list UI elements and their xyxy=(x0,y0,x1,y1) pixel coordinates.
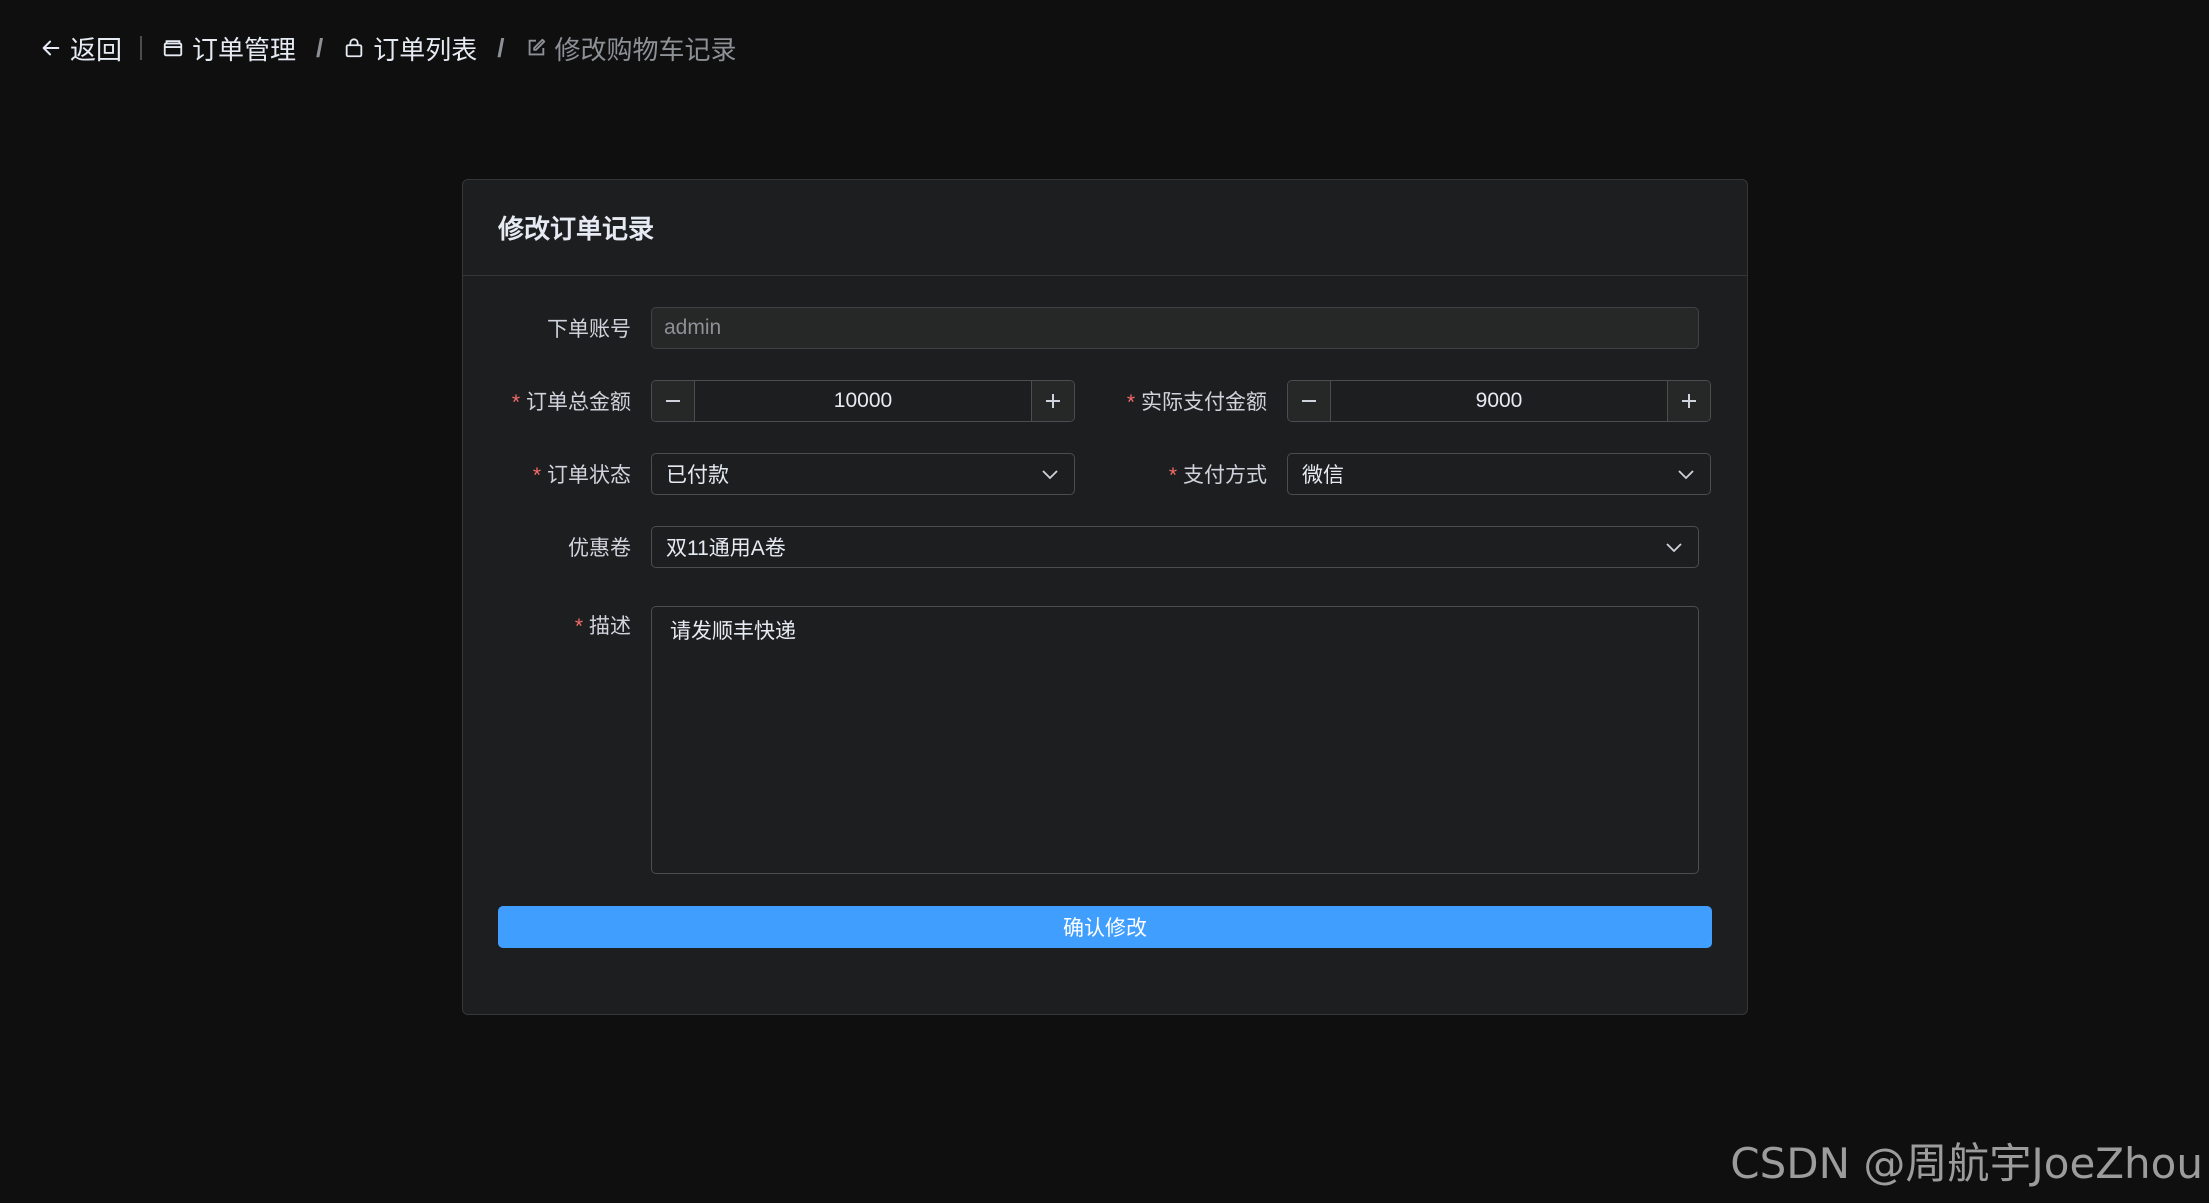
total-amount-label: * 订单总金额 xyxy=(498,386,651,416)
chevron-down-icon xyxy=(1666,543,1682,553)
confirm-edit-button[interactable]: 确认修改 xyxy=(498,906,1712,948)
increase-button[interactable] xyxy=(1031,381,1074,421)
total-amount-stepper: 10000 xyxy=(651,380,1075,422)
back-button[interactable]: 返回 xyxy=(40,30,122,67)
increase-button[interactable] xyxy=(1667,381,1710,421)
pay-method-label-text: 支付方式 xyxy=(1183,464,1267,487)
breadcrumb-item-edit-cart-record: 修改购物车记录 xyxy=(525,30,737,67)
paid-amount-label-text: 实际支付金额 xyxy=(1141,391,1267,414)
account-label: 下单账号 xyxy=(498,313,651,343)
edit-icon xyxy=(528,38,545,56)
form-item-status: * 订单状态 已付款 xyxy=(498,453,1075,495)
card-title: 修改订单记录 xyxy=(463,180,1747,276)
paid-amount-label: * 实际支付金额 xyxy=(1122,386,1287,416)
form-item-description: * 描述 请发顺丰快递 xyxy=(498,606,1699,874)
total-amount-input[interactable]: 10000 xyxy=(695,381,1031,421)
description-textarea[interactable]: 请发顺丰快递 xyxy=(651,606,1699,874)
folder-icon xyxy=(163,40,183,57)
coupon-label-text: 优惠卷 xyxy=(568,537,631,560)
description-value: 请发顺丰快递 xyxy=(670,620,796,643)
breadcrumb-separator: / xyxy=(497,32,505,63)
chevron-down-icon xyxy=(1678,470,1694,480)
status-value: 已付款 xyxy=(666,464,729,487)
status-select[interactable]: 已付款 xyxy=(651,453,1075,495)
bag-icon xyxy=(346,38,363,58)
edit-order-card: 修改订单记录 下单账号 admin * 订单总金额 10000 * 实际支付金额 xyxy=(462,179,1748,1015)
arrow-left-icon xyxy=(42,40,60,56)
pay-method-label: * 支付方式 xyxy=(1122,459,1287,489)
watermark: CSDN @周航宇JoeZhou xyxy=(1730,1139,2203,1188)
plus-icon xyxy=(1682,394,1696,408)
form-item-paid-amount: * 实际支付金额 9000 xyxy=(1122,380,1711,422)
pay-method-select[interactable]: 微信 xyxy=(1287,453,1711,495)
status-label: * 订单状态 xyxy=(498,459,651,489)
decrease-button[interactable] xyxy=(1288,381,1331,421)
chevron-down-icon xyxy=(1042,470,1058,480)
account-input[interactable]: admin xyxy=(651,307,1699,349)
coupon-label: 优惠卷 xyxy=(498,532,651,562)
minus-icon xyxy=(1302,400,1316,402)
paid-amount-stepper: 9000 xyxy=(1287,380,1711,422)
required-mark: * xyxy=(1126,391,1135,414)
back-label: 返回 xyxy=(70,34,123,65)
required-mark: * xyxy=(532,464,541,487)
plus-icon xyxy=(1046,394,1060,408)
breadcrumb-item-order-management[interactable]: 订单管理 xyxy=(162,30,296,67)
account-label-text: 下单账号 xyxy=(547,318,631,341)
minus-icon xyxy=(666,400,680,402)
page-header: 返回 订单管理 / 订单列表 / 修改购物车记录 xyxy=(40,26,737,70)
coupon-value: 双11通用A卷 xyxy=(666,537,786,560)
description-label-text: 描述 xyxy=(589,615,631,638)
breadcrumb-label: 订单列表 xyxy=(373,34,478,65)
form-item-coupon: 优惠卷 双11通用A卷 xyxy=(498,526,1699,568)
coupon-select[interactable]: 双11通用A卷 xyxy=(651,526,1699,568)
form-item-account: 下单账号 admin xyxy=(498,307,1699,349)
breadcrumb-label: 订单管理 xyxy=(192,34,297,65)
form-item-total-amount: * 订单总金额 10000 xyxy=(498,380,1075,422)
total-amount-label-text: 订单总金额 xyxy=(526,391,631,414)
breadcrumb-separator: / xyxy=(316,32,324,63)
required-mark: * xyxy=(574,615,583,638)
divider xyxy=(140,36,143,60)
required-mark: * xyxy=(511,391,520,414)
description-label: * 描述 xyxy=(498,606,651,640)
breadcrumb-item-order-list[interactable]: 订单列表 xyxy=(343,30,477,67)
status-label-text: 订单状态 xyxy=(547,464,631,487)
paid-amount-input[interactable]: 9000 xyxy=(1331,381,1667,421)
form-item-pay-method: * 支付方式 微信 xyxy=(1122,453,1711,495)
breadcrumb-label: 修改购物车记录 xyxy=(554,34,737,65)
required-mark: * xyxy=(1168,464,1177,487)
pay-method-value: 微信 xyxy=(1302,464,1344,487)
account-value: admin xyxy=(664,316,722,339)
decrease-button[interactable] xyxy=(652,381,695,421)
